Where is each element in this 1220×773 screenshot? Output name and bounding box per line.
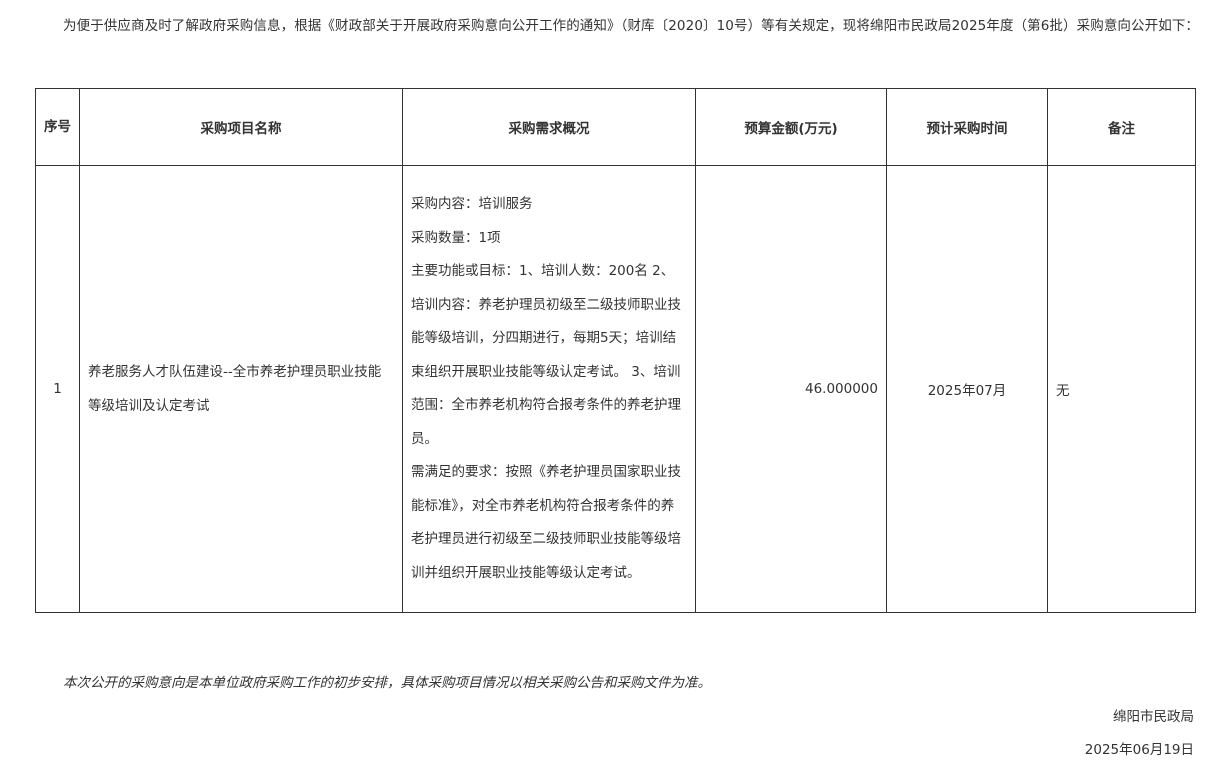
overview-quantity: 采购数量：1项 [411, 229, 501, 246]
header-time: 预计采购时间 [886, 88, 1048, 166]
intro-paragraph: 为便于供应商及时了解政府采购信息，根据《财政部关于开展政府采购意向公开工作的通知… [63, 18, 1200, 34]
header-overview: 采购需求概况 [402, 88, 696, 166]
procurement-intent-table: 序号 采购项目名称 采购需求概况 预算金额(万元) 预计采购时间 备注 1 养老… [35, 88, 1196, 613]
cell-project-name: 养老服务人才队伍建设--全市养老护理员职业技能等级培训及认定考试 [79, 165, 403, 613]
table-header-row: 序号 采购项目名称 采购需求概况 预算金额(万元) 预计采购时间 备注 [35, 88, 1196, 166]
cell-remark: 无 [1047, 165, 1196, 613]
signature-agency: 绵阳市民政局 [1113, 709, 1194, 725]
signature-date: 2025年06月19日 [1084, 742, 1194, 758]
overview-content: 采购内容：培训服务 [411, 196, 533, 212]
table-row: 1 养老服务人才队伍建设--全市养老护理员职业技能等级培训及认定考试 采购内容：… [35, 165, 1196, 613]
header-budget: 预算金额(万元) [695, 88, 887, 166]
overview-requirement: 需满足的要求：按照《养老护理员国家职业技能标准》，对全市养老机构符合报考条件的养… [411, 464, 681, 581]
disclaimer-note: 本次公开的采购意向是本单位政府采购工作的初步安排，具体采购项目情况以相关采购公告… [63, 675, 711, 691]
cell-time: 2025年07月 [886, 165, 1048, 613]
header-project-name: 采购项目名称 [79, 88, 403, 166]
header-remark: 备注 [1047, 88, 1196, 166]
header-seq: 序号 [35, 88, 80, 166]
cell-overview: 采购内容：培训服务 采购数量：1项 主要功能或目标：1、培训人数：200名 2、… [402, 165, 696, 613]
cell-budget: 46.000000 [695, 165, 887, 613]
cell-seq: 1 [35, 165, 80, 613]
overview-goal: 主要功能或目标：1、培训人数：200名 2、培训内容：养老护理员初级至二级技师职… [411, 263, 681, 447]
